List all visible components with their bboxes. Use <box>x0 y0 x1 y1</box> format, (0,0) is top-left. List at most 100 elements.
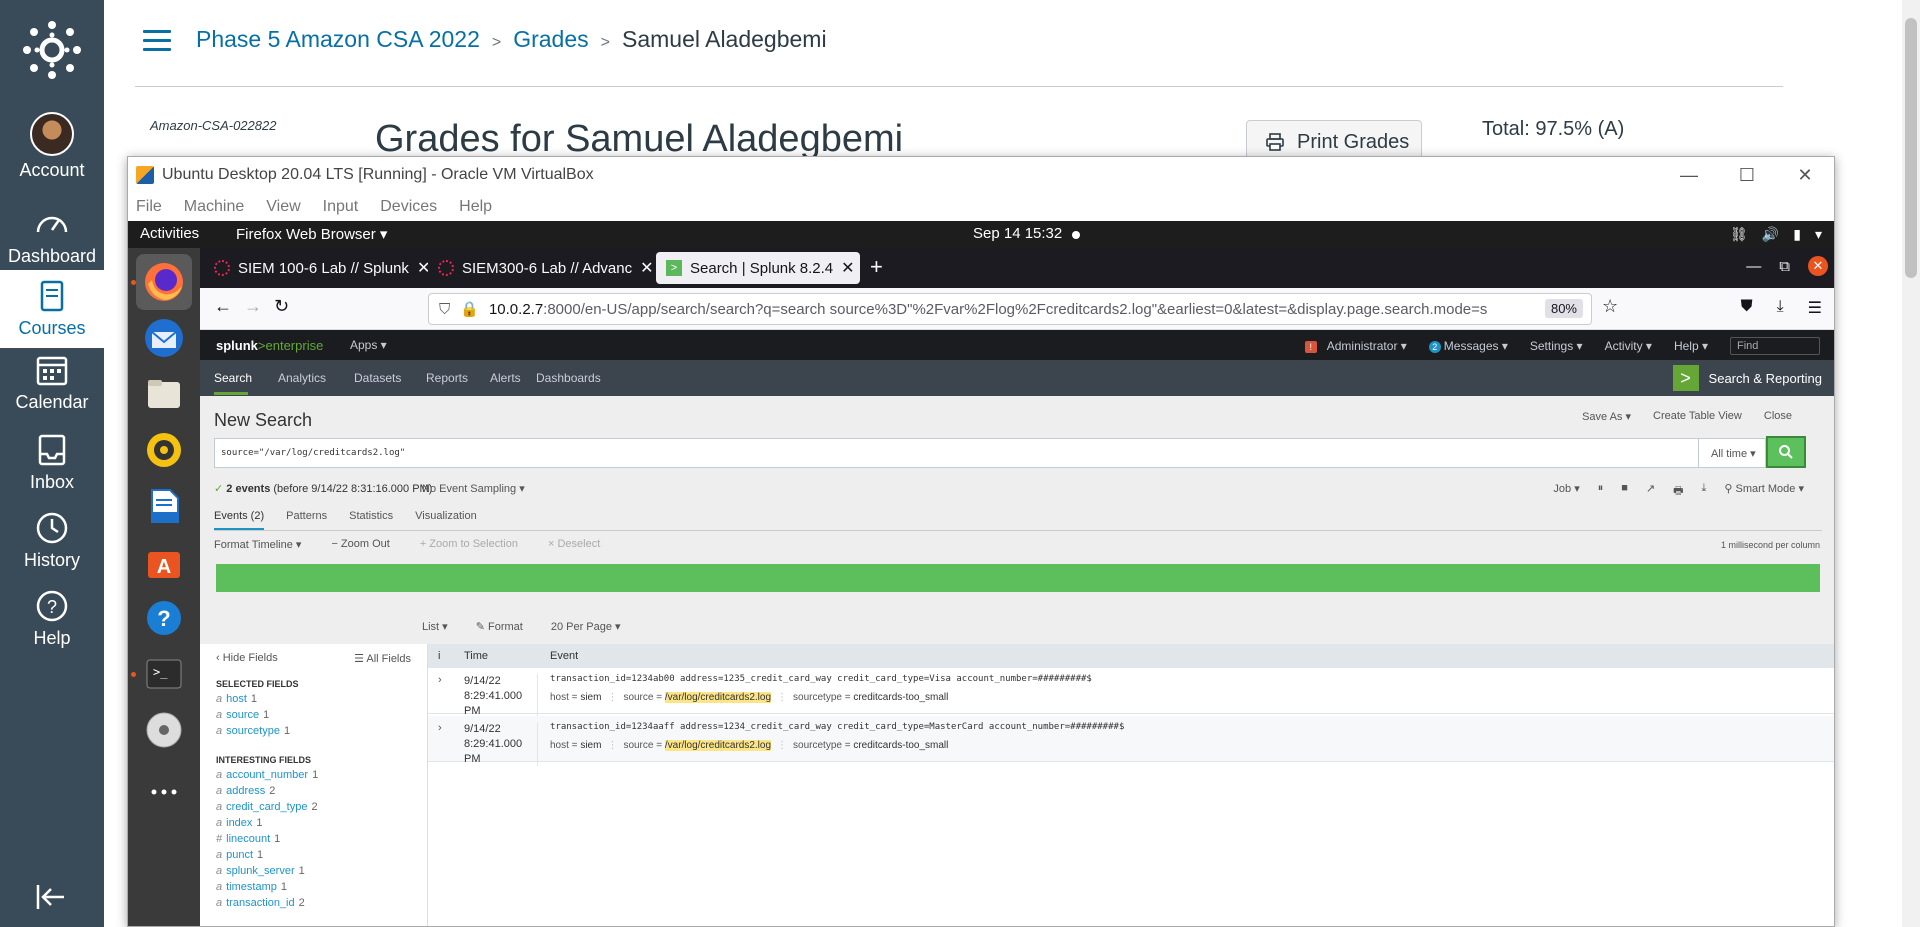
field-item[interactable]: a punct 1 <box>216 849 427 865</box>
close-button[interactable]: ✕ <box>1776 157 1834 193</box>
dock-software[interactable]: A <box>136 534 192 590</box>
nav-help[interactable]: ? Help <box>0 588 104 649</box>
tab-splunk-search[interactable]: > Search | Splunk 8.2.4 ✕ <box>656 252 860 284</box>
downloads-icon[interactable]: ⤓ <box>1777 298 1784 318</box>
event-host[interactable]: siem <box>580 740 601 751</box>
activities-button[interactable]: Activities <box>140 225 199 242</box>
zoom-out-button[interactable]: − Zoom Out <box>331 538 389 551</box>
dock-terminal[interactable]: >_ <box>136 646 192 702</box>
ff-minimize-button[interactable]: — <box>1746 258 1761 275</box>
field-item[interactable]: a credit_card_type 2 <box>216 801 427 817</box>
activity-menu[interactable]: Activity ▾ <box>1605 339 1652 353</box>
search-query-input[interactable]: source="/var/log/creditcards2.log" <box>214 438 1710 468</box>
dock-firefox[interactable] <box>136 254 192 310</box>
field-item[interactable]: a transaction_id 2 <box>216 897 427 913</box>
reload-button[interactable]: ↻ <box>274 296 289 317</box>
per-page-menu[interactable]: 20 Per Page ▾ <box>551 620 621 633</box>
apps-menu[interactable]: Apps ▾ <box>350 338 387 352</box>
event-time[interactable]: 9/14/22 8:29:41.000 PM <box>464 722 538 766</box>
event-source[interactable]: /var/log/creditcards2.log <box>664 692 772 703</box>
all-fields-button[interactable]: ☰ All Fields <box>354 652 411 665</box>
nav-dashboard[interactable]: Dashboard <box>0 206 104 267</box>
hide-fields-button[interactable]: ‹ Hide Fields <box>216 652 278 665</box>
time-column-header[interactable]: Time <box>464 650 488 662</box>
menu-help[interactable]: Help <box>459 198 492 216</box>
field-item[interactable]: # linecount 1 <box>216 833 427 849</box>
job-menu[interactable]: Job ▾ <box>1553 482 1579 501</box>
tab-patterns[interactable]: Patterns <box>286 510 327 530</box>
pause-icon[interactable]: ⏸ <box>1598 482 1604 501</box>
field-item[interactable]: a account_number 1 <box>216 769 427 785</box>
dock-thunderbird[interactable] <box>136 310 192 366</box>
back-button[interactable]: ← <box>214 296 232 317</box>
appnav-datasets[interactable]: Datasets <box>354 371 401 385</box>
ff-close-button[interactable]: ✕ <box>1808 256 1828 276</box>
help-menu[interactable]: Help ▾ <box>1674 339 1708 353</box>
clock[interactable]: Sep 14 15:32 <box>973 225 1062 242</box>
nav-calendar[interactable]: Calendar <box>0 352 104 413</box>
nav-account[interactable]: Account <box>0 112 104 181</box>
forward-button[interactable]: → <box>244 296 262 317</box>
menu-devices[interactable]: Devices <box>380 198 437 216</box>
list-view-menu[interactable]: List ▾ <box>422 620 448 633</box>
event-sourcetype[interactable]: creditcards-too_small <box>853 740 948 751</box>
event-sampling-menu[interactable]: No Event Sampling ▾ <box>422 482 525 495</box>
search-button[interactable] <box>1766 436 1806 468</box>
timeline-bar[interactable] <box>216 564 1820 592</box>
zoom-indicator[interactable]: 80% <box>1544 299 1583 318</box>
show-apps-button[interactable] <box>136 758 192 814</box>
field-item[interactable]: a splunk_server 1 <box>216 865 427 881</box>
find-input[interactable]: Find <box>1730 337 1820 355</box>
field-item[interactable]: a source 1 <box>216 709 427 725</box>
breadcrumb-grades[interactable]: Grades <box>513 26 588 52</box>
field-item[interactable]: a sourcetype 1 <box>216 725 427 741</box>
deselect-button[interactable]: × Deselect <box>548 538 600 551</box>
collapse-nav-icon[interactable] <box>34 883 70 911</box>
page-scrollbar[interactable] <box>1902 0 1920 927</box>
menu-file[interactable]: File <box>136 198 162 216</box>
bookmark-star-icon[interactable]: ☆ <box>1602 296 1618 317</box>
menu-icon[interactable]: ☰ <box>1808 298 1822 318</box>
event-time[interactable]: 9/14/22 8:29:41.000 PM <box>464 674 538 718</box>
time-range-picker[interactable]: All time ▾ <box>1698 438 1766 468</box>
url-bar[interactable]: ⛉ 🔒 10.0.2.7:8000/en-US/app/search/searc… <box>428 293 1592 325</box>
expand-row-icon[interactable]: › <box>438 674 442 686</box>
dock-help[interactable]: ? <box>136 590 192 646</box>
field-item[interactable]: a address 2 <box>216 785 427 801</box>
new-tab-button[interactable]: + <box>870 254 883 280</box>
appnav-analytics[interactable]: Analytics <box>278 371 326 385</box>
tab-events[interactable]: Events (2) <box>214 510 265 530</box>
app-title[interactable]: > Search & Reporting <box>1672 365 1822 391</box>
ff-restore-button[interactable]: ⧉ <box>1779 258 1790 275</box>
close-search-button[interactable]: Close <box>1764 410 1792 423</box>
menu-input[interactable]: Input <box>323 198 359 216</box>
menu-machine[interactable]: Machine <box>184 198 244 216</box>
table-row[interactable]: › 9/14/22 8:29:41.000 PM transaction_id=123… <box>428 668 1834 718</box>
appnav-reports[interactable]: Reports <box>426 371 468 385</box>
vbox-titlebar[interactable]: Ubuntu Desktop 20.04 LTS [Running] - Ora… <box>128 157 1834 193</box>
dock-rhythmbox[interactable] <box>136 422 192 478</box>
pocket-icon[interactable]: ⛊ <box>1741 298 1753 318</box>
save-as-button[interactable]: Save As ▾ <box>1582 410 1631 423</box>
print-icon[interactable]: 🖶 <box>1673 482 1683 501</box>
table-row[interactable]: › 9/14/22 8:29:41.000 PM transaction_id=123… <box>428 716 1834 766</box>
event-source[interactable]: /var/log/creditcards2.log <box>664 740 772 751</box>
menu-view[interactable]: View <box>266 198 300 216</box>
appnav-alerts[interactable]: Alerts <box>490 371 521 385</box>
close-tab-icon[interactable]: ✕ <box>409 258 428 278</box>
create-table-view-button[interactable]: Create Table View <box>1653 410 1742 423</box>
appnav-dashboards[interactable]: Dashboards <box>536 371 601 385</box>
field-item[interactable]: a index 1 <box>216 817 427 833</box>
minimize-button[interactable]: — <box>1660 157 1718 193</box>
field-item[interactable]: a timestamp 1 <box>216 881 427 897</box>
search-mode-menu[interactable]: ⚲ Smart Mode ▾ <box>1724 482 1804 501</box>
menu-toggle-icon[interactable] <box>143 30 171 52</box>
nav-history[interactable]: History <box>0 510 104 571</box>
admin-menu[interactable]: ! Administrator ▾ <box>1304 339 1407 353</box>
dock-files[interactable] <box>136 366 192 422</box>
splunk-logo[interactable]: splunk>enterprise <box>216 338 323 353</box>
tab-statistics[interactable]: Statistics <box>349 510 393 530</box>
tab-visualization[interactable]: Visualization <box>415 510 477 530</box>
nav-inbox[interactable]: Inbox <box>0 432 104 493</box>
close-tab-icon[interactable]: ✕ <box>833 258 854 278</box>
